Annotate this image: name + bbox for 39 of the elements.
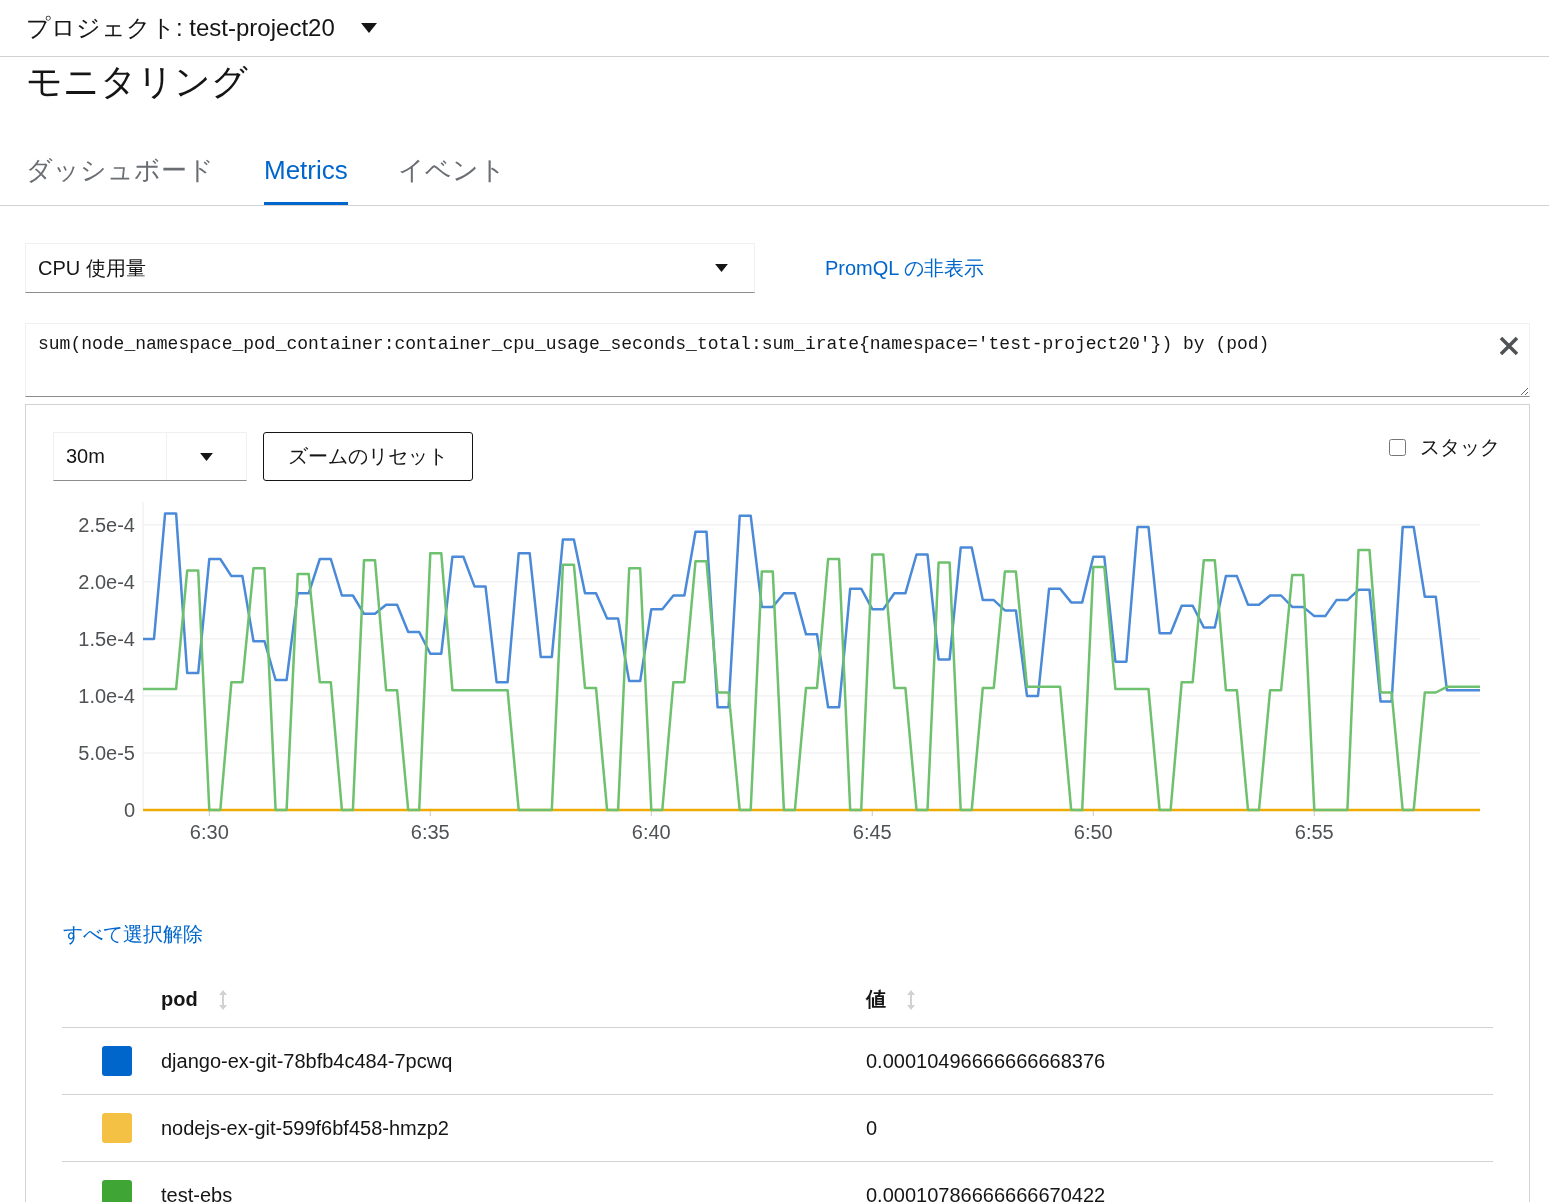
y-tick-label: 5.0e-5 <box>78 741 135 764</box>
sort-icon <box>217 988 228 1011</box>
project-selector[interactable]: プロジェクト: test-project20 <box>26 12 377 44</box>
promql-toggle-link[interactable]: PromQL の非表示 <box>825 254 985 282</box>
tab[interactable]: イベント <box>397 153 506 205</box>
tab[interactable]: Metrics <box>264 153 348 205</box>
sort-icon <box>906 988 916 1011</box>
reset-zoom-button[interactable]: ズームのリセット <box>263 432 473 481</box>
y-tick-label: 0 <box>123 799 135 821</box>
x-tick-label: 6:35 <box>410 821 450 843</box>
tab[interactable]: ダッシュボード <box>26 153 214 205</box>
x-tick-label: 6:50 <box>1073 821 1113 843</box>
table-cell-text: nodejs-ex-git-599f6bf458-hmzp2 <box>161 1116 450 1140</box>
x-tick-label: 6:40 <box>631 821 671 843</box>
caret-icon <box>360 23 377 33</box>
time-range-select[interactable]: 30m <box>53 432 247 481</box>
table-cell-text: test-ebs <box>161 1183 234 1202</box>
query-select[interactable]: CPU 使用量 <box>25 243 755 293</box>
y-tick-label: 1.5e-4 <box>78 627 135 650</box>
table-cell-text: django-ex-git-78bfb4c484-7pcwq <box>161 1049 454 1073</box>
page-title: モニタリング <box>25 60 249 103</box>
y-tick-label: 2.0e-4 <box>78 570 135 593</box>
caret-icon <box>200 452 213 461</box>
x-tick-label: 6:30 <box>189 821 229 843</box>
caret-icon <box>715 264 728 272</box>
x-tick-label: 6:45 <box>852 821 892 843</box>
close-button[interactable] <box>1498 335 1520 357</box>
stack-checkbox[interactable] <box>1389 439 1406 456</box>
table-cell-text: 0.00010786666666670422 <box>866 1183 1107 1202</box>
x-tick-label: 6:55 <box>1294 821 1334 843</box>
table-cell-text: 0.00010496666666668376 <box>866 1049 1107 1073</box>
y-tick-label: 2.5e-4 <box>78 513 135 536</box>
table-cell-text: 0 <box>866 1116 879 1140</box>
query-field[interactable]: sum(node_namespace_pod_container:container_cpu_usage_seconds_total:sum_irate{namespace='test-project20'}) by (pod) <box>25 323 1530 397</box>
unselect-all-link[interactable]: すべて選択解除 <box>63 921 203 948</box>
column-header[interactable]: 値 <box>866 986 916 1013</box>
stack-label: スタック <box>1420 435 1500 460</box>
y-tick-label: 1.0e-4 <box>78 684 135 707</box>
column-header[interactable]: pod <box>161 988 228 1011</box>
